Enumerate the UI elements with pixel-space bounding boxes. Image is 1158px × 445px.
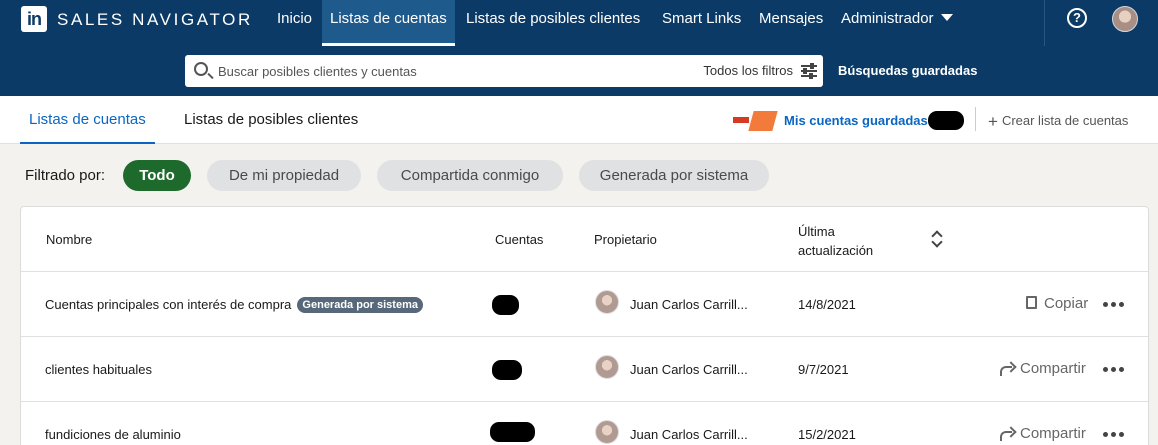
redacted-count	[927, 110, 964, 130]
share-label: Compartir	[1020, 425, 1086, 442]
list-name[interactable]: fundiciones de aluminio	[45, 427, 181, 442]
my-saved-accounts-label: Mis cuentas guardadas	[784, 112, 928, 128]
filter-pill-todo[interactable]: Todo	[123, 160, 191, 191]
create-account-list-label: Crear lista de cuentas	[1001, 113, 1129, 128]
brand-name[interactable]: SALES NAVIGATOR	[57, 10, 253, 30]
list-name: Cuentas principales con interés de compr…	[45, 297, 292, 312]
plus-icon: +	[988, 112, 998, 131]
nav-item-listas-de-posibles-clientes[interactable]: Listas de posibles clientes	[466, 0, 640, 46]
copy-button[interactable]: Copiar	[1026, 295, 1088, 312]
table-row[interactable]: fundiciones de aluminio Juan Carlos Carr…	[21, 401, 1148, 445]
nav-item-inicio[interactable]: Inicio	[277, 0, 312, 46]
share-label: Compartir	[1020, 360, 1086, 377]
saved-searches-link[interactable]: Búsquedas guardadas	[838, 63, 977, 78]
header-last-updated-line2: actualización	[798, 243, 874, 258]
caret-down-icon	[940, 14, 953, 21]
search-icon	[194, 62, 208, 76]
nav-item-administrador-label: Administrador	[841, 10, 934, 27]
last-updated-date: 9/7/2021	[798, 362, 849, 377]
all-filters-label: Todos los filtros	[703, 63, 793, 78]
tab-divider	[975, 107, 976, 131]
search-input[interactable]	[218, 55, 658, 87]
linkedin-logo-icon[interactable]: in	[21, 6, 47, 32]
nav-item-smart-links[interactable]: Smart Links	[662, 0, 741, 46]
redacted-count	[492, 295, 519, 315]
tab-bar: Listas de cuentas Listas de posibles cli…	[0, 96, 1158, 144]
all-filters-button[interactable]: Todos los filtros	[703, 55, 817, 87]
saved-accounts-icon	[733, 109, 778, 131]
redacted-count	[492, 360, 522, 380]
owner-name: Juan Carlos Carrill...	[630, 297, 748, 312]
account-lists-table: Nombre Cuentas Propietario Última actual…	[20, 206, 1149, 445]
nav-item-mensajes[interactable]: Mensajes	[759, 0, 823, 46]
nav-item-listas-de-cuentas[interactable]: Listas de cuentas	[322, 0, 455, 46]
filter-label: Filtrado por:	[25, 167, 106, 184]
status-badge: Generada por sistema	[297, 297, 423, 313]
share-icon	[999, 427, 1015, 441]
header-last-updated[interactable]: Última actualización	[798, 222, 873, 260]
share-button[interactable]: Compartir	[999, 425, 1086, 442]
share-icon	[999, 362, 1015, 376]
tab-listas-de-cuentas[interactable]: Listas de cuentas	[20, 96, 155, 144]
filter-pill-compartida-conmigo[interactable]: Compartida conmigo	[377, 160, 563, 191]
owner-avatar	[595, 290, 619, 314]
header-owner: Propietario	[594, 232, 657, 247]
owner-name: Juan Carlos Carrill...	[630, 362, 748, 377]
help-icon[interactable]: ?	[1067, 8, 1087, 28]
header-accounts: Cuentas	[495, 232, 544, 247]
my-saved-accounts-link[interactable]: Mis cuentas guardadas	[733, 108, 964, 132]
header-last-updated-line1: Última	[798, 224, 835, 239]
last-updated-date: 14/8/2021	[798, 297, 856, 312]
more-options-icon[interactable]	[1103, 302, 1125, 308]
top-nav: in SALES NAVIGATOR Inicio Listas de cuen…	[0, 0, 1158, 46]
table-row[interactable]: Cuentas principales con interés de compr…	[21, 271, 1148, 336]
logo-text: in	[27, 8, 42, 29]
header-name[interactable]: Nombre	[46, 232, 92, 247]
share-button[interactable]: Compartir	[999, 360, 1086, 377]
sort-icon[interactable]	[931, 229, 943, 247]
filter-pill-de-mi-propiedad[interactable]: De mi propiedad	[207, 160, 361, 191]
user-avatar[interactable]	[1112, 6, 1138, 32]
list-name[interactable]: clientes habituales	[45, 362, 152, 377]
nav-divider	[1044, 0, 1045, 46]
more-options-icon[interactable]	[1103, 432, 1125, 438]
filter-pill-generada-por-sistema[interactable]: Generada por sistema	[579, 160, 769, 191]
tab-listas-de-posibles-clientes[interactable]: Listas de posibles clientes	[184, 96, 358, 144]
copy-label: Copiar	[1044, 295, 1089, 312]
copy-icon	[1026, 296, 1037, 309]
redacted-count	[490, 422, 535, 442]
nav-item-administrador[interactable]: Administrador	[841, 0, 953, 46]
sliders-icon	[801, 63, 817, 79]
table-row[interactable]: clientes habituales Juan Carlos Carrill.…	[21, 336, 1148, 401]
more-options-icon[interactable]	[1103, 367, 1125, 373]
owner-name: Juan Carlos Carrill...	[630, 427, 748, 442]
search-band: Todos los filtros Búsquedas guardadas	[0, 46, 1158, 96]
list-name-cell[interactable]: Cuentas principales con interés de compr…	[45, 297, 423, 313]
owner-avatar	[595, 355, 619, 379]
create-account-list-button[interactable]: + Crear lista de cuentas	[988, 112, 1128, 132]
owner-avatar	[595, 420, 619, 444]
search-bar: Todos los filtros	[185, 55, 823, 87]
last-updated-date: 15/2/2021	[798, 427, 856, 442]
